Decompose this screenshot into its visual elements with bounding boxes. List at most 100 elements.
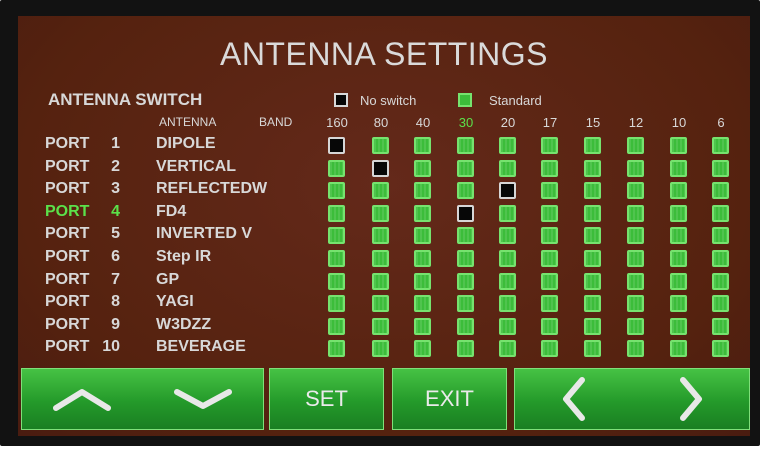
band-toggle-standard[interactable] [414,250,431,267]
band-toggle-standard[interactable] [541,273,558,290]
port-row[interactable]: PORT 4 FD4 [18,203,750,225]
scroll-down-button[interactable] [173,386,233,412]
band-toggle-standard[interactable] [414,205,431,222]
port-row[interactable]: PORT 10 BEVERAGE [18,338,750,360]
band-toggle-standard[interactable] [414,227,431,244]
band-toggle-standard[interactable] [670,137,687,154]
band-toggle-standard[interactable] [712,160,729,177]
band-toggle-standard[interactable] [414,182,431,199]
band-toggle-standard[interactable] [328,227,345,244]
band-toggle-standard[interactable] [541,227,558,244]
band-toggle-standard[interactable] [328,205,345,222]
band-toggle-standard[interactable] [457,250,474,267]
port-row[interactable]: PORT 2 VERTICAL [18,158,750,180]
band-toggle-standard[interactable] [414,340,431,357]
band-toggle-standard[interactable] [457,160,474,177]
band-toggle-standard[interactable] [670,273,687,290]
band-toggle-standard[interactable] [584,227,601,244]
band-toggle-standard[interactable] [457,318,474,335]
band-toggle-standard[interactable] [541,205,558,222]
band-toggle-standard[interactable] [584,318,601,335]
scroll-up-button[interactable] [52,386,112,412]
band-toggle-standard[interactable] [541,340,558,357]
band-toggle-standard[interactable] [584,160,601,177]
band-toggle-standard[interactable] [584,250,601,267]
band-toggle-standard[interactable] [499,137,516,154]
band-toggle-standard[interactable] [627,273,644,290]
port-row[interactable]: PORT 8 YAGI [18,293,750,315]
band-toggle-standard[interactable] [414,295,431,312]
band-toggle-standard[interactable] [499,160,516,177]
band-toggle-standard[interactable] [584,137,601,154]
band-toggle-standard[interactable] [499,295,516,312]
band-toggle-standard[interactable] [457,340,474,357]
band-toggle-standard[interactable] [670,318,687,335]
band-toggle-standard[interactable] [541,137,558,154]
band-toggle-standard[interactable] [328,273,345,290]
port-row[interactable]: PORT 5 INVERTED V [18,225,750,247]
band-toggle-no-switch[interactable] [372,160,389,177]
band-toggle-standard[interactable] [670,205,687,222]
band-toggle-standard[interactable] [627,205,644,222]
band-toggle-standard[interactable] [670,227,687,244]
band-toggle-standard[interactable] [328,182,345,199]
band-toggle-standard[interactable] [414,273,431,290]
band-toggle-standard[interactable] [712,250,729,267]
port-row[interactable]: PORT 3 REFLECTEDW [18,180,750,202]
band-toggle-standard[interactable] [414,137,431,154]
band-toggle-standard[interactable] [712,137,729,154]
band-toggle-standard[interactable] [712,273,729,290]
band-toggle-standard[interactable] [328,318,345,335]
band-toggle-standard[interactable] [584,295,601,312]
band-toggle-standard[interactable] [670,295,687,312]
band-toggle-standard[interactable] [712,182,729,199]
band-toggle-standard[interactable] [372,340,389,357]
band-toggle-standard[interactable] [372,227,389,244]
band-toggle-standard[interactable] [584,340,601,357]
band-toggle-standard[interactable] [414,318,431,335]
band-toggle-standard[interactable] [328,340,345,357]
band-toggle-standard[interactable] [541,318,558,335]
band-toggle-standard[interactable] [627,137,644,154]
band-toggle-standard[interactable] [499,205,516,222]
band-toggle-standard[interactable] [499,318,516,335]
port-row[interactable]: PORT 1 DIPOLE [18,135,750,157]
band-toggle-standard[interactable] [584,273,601,290]
band-toggle-standard[interactable] [712,340,729,357]
band-toggle-standard[interactable] [584,205,601,222]
port-row[interactable]: PORT 7 GP [18,271,750,293]
band-toggle-standard[interactable] [627,340,644,357]
port-row[interactable]: PORT 9 W3DZZ [18,316,750,338]
next-button[interactable] [677,376,705,422]
band-toggle-standard[interactable] [541,182,558,199]
band-toggle-standard[interactable] [457,137,474,154]
band-toggle-standard[interactable] [457,273,474,290]
band-toggle-standard[interactable] [499,227,516,244]
band-toggle-standard[interactable] [712,318,729,335]
band-toggle-standard[interactable] [627,227,644,244]
band-toggle-no-switch[interactable] [457,205,474,222]
band-toggle-standard[interactable] [627,160,644,177]
band-toggle-standard[interactable] [670,340,687,357]
band-toggle-standard[interactable] [627,250,644,267]
band-toggle-no-switch[interactable] [328,137,345,154]
band-toggle-standard[interactable] [328,295,345,312]
band-toggle-standard[interactable] [712,295,729,312]
band-toggle-standard[interactable] [372,295,389,312]
set-button[interactable]: SET [269,368,384,430]
band-toggle-standard[interactable] [541,250,558,267]
band-toggle-standard[interactable] [372,250,389,267]
band-toggle-standard[interactable] [372,137,389,154]
exit-button[interactable]: EXIT [392,368,507,430]
band-toggle-standard[interactable] [670,182,687,199]
band-toggle-standard[interactable] [457,295,474,312]
band-toggle-standard[interactable] [372,273,389,290]
band-toggle-standard[interactable] [372,182,389,199]
band-toggle-standard[interactable] [372,318,389,335]
band-toggle-standard[interactable] [328,250,345,267]
band-toggle-standard[interactable] [670,160,687,177]
band-toggle-standard[interactable] [372,205,389,222]
band-toggle-standard[interactable] [541,295,558,312]
band-toggle-standard[interactable] [541,160,558,177]
band-toggle-standard[interactable] [627,295,644,312]
